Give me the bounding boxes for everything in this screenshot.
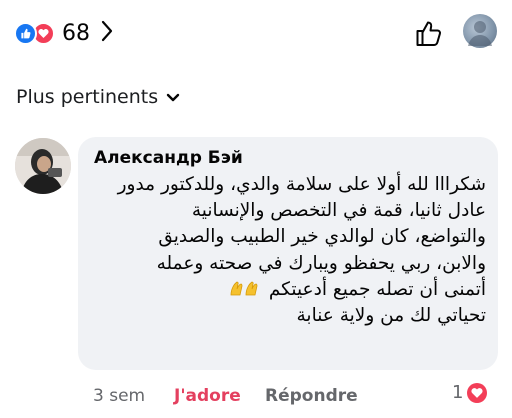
comment-timestamp[interactable]: 3 sem xyxy=(93,386,145,406)
comment-line: عادل ثانيا، قمة في التخصص والإنسانية xyxy=(191,200,486,222)
reply-button[interactable]: Répondre xyxy=(265,386,358,406)
comment-reaction-number: 1 xyxy=(452,382,464,403)
comment-line-with-emoji: أتمنى أن تصله جميع أدعيتكم xyxy=(88,277,486,303)
user-avatar[interactable] xyxy=(463,14,497,48)
comment-line: شكرااا لله أولا على سلامة والدي، وللدكتو… xyxy=(117,174,486,195)
jadore-reaction-button[interactable]: J'adore xyxy=(174,386,241,406)
comment-text: شكرااا لله أولا على سلامة والدي، وللدكتو… xyxy=(88,172,486,329)
reaction-count: 68 xyxy=(62,20,90,46)
thumbs-up-icon xyxy=(414,21,444,52)
comment-line: أتمنى أن تصله جميع أدعيتكم xyxy=(268,278,486,300)
sort-label: Plus pertinents xyxy=(16,86,159,108)
like-button[interactable] xyxy=(414,18,444,52)
chevron-right-icon[interactable] xyxy=(100,20,114,46)
like-reaction-icon xyxy=(14,21,37,45)
commenter-avatar[interactable] xyxy=(15,138,71,194)
love-reaction-icon xyxy=(467,382,488,403)
comment-reaction-count[interactable]: 1 xyxy=(452,382,488,403)
comment-line: والابن، ربي يحفظو ويبارك في صحته وعمله xyxy=(156,252,486,274)
praying-hands-emoji-icon xyxy=(229,279,263,297)
comment-sort-dropdown[interactable]: Plus pertinents xyxy=(16,86,180,108)
comment-author[interactable]: Александр Бэй xyxy=(94,148,243,168)
comment-line: تحياتي لك من ولاية عنابة xyxy=(296,304,487,326)
chevron-down-icon xyxy=(158,86,180,108)
comment-line: والتواضع، كان لوالدي خير الطبيب والصديق xyxy=(158,226,486,248)
profile-photo-icon xyxy=(468,21,492,46)
reactions-summary[interactable]: 68 xyxy=(14,18,114,48)
commenter-photo-icon xyxy=(15,138,71,194)
